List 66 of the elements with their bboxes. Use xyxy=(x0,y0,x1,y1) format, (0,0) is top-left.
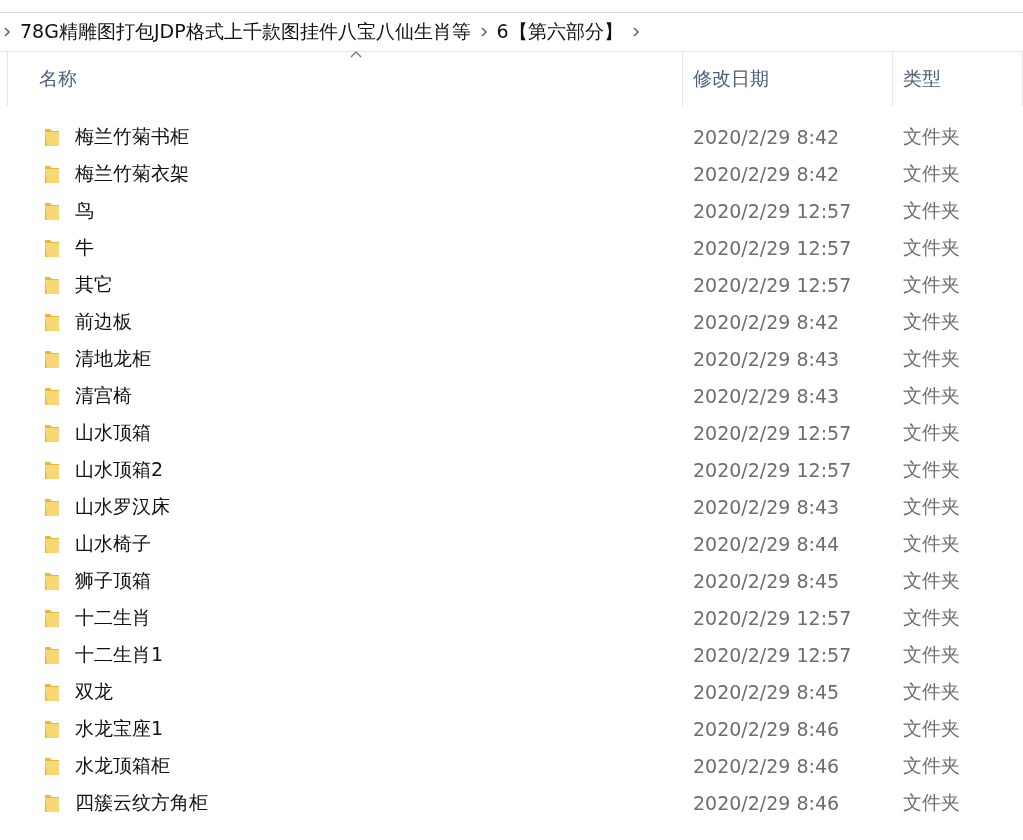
file-type: 文件夹 xyxy=(903,493,960,519)
file-type: 文件夹 xyxy=(903,789,960,815)
modified-date: 2020/2/29 8:46 xyxy=(693,791,840,814)
file-name[interactable]: 山水罗汉床 xyxy=(75,493,170,520)
file-name[interactable]: 水龙宝座1 xyxy=(75,715,164,742)
file-name[interactable]: 四簇云纹方角柜 xyxy=(75,789,208,816)
file-type: 文件夹 xyxy=(903,567,960,593)
file-type: 文件夹 xyxy=(903,160,960,186)
chevron-right-icon[interactable] xyxy=(2,26,12,38)
modified-date: 2020/2/29 8:42 xyxy=(693,310,840,333)
breadcrumb-item[interactable]: 78G精雕图打包JDP格式上千款图挂件八宝八仙生肖等 xyxy=(20,19,471,45)
file-type: 文件夹 xyxy=(903,641,960,667)
file-type: 文件夹 xyxy=(903,234,960,260)
modified-date: 2020/2/29 12:57 xyxy=(693,421,852,444)
file-name[interactable]: 牛 xyxy=(75,234,94,261)
modified-date: 2020/2/29 8:43 xyxy=(693,495,840,518)
file-type: 文件夹 xyxy=(903,271,960,297)
column-header[interactable]: 修改日期 xyxy=(693,66,769,92)
modified-date: 2020/2/29 12:57 xyxy=(693,606,852,629)
modified-date: 2020/2/29 8:45 xyxy=(693,569,840,592)
file-type: 文件夹 xyxy=(903,530,960,556)
file-name[interactable]: 十二生肖1 xyxy=(75,641,164,668)
modified-date: 2020/2/29 8:43 xyxy=(693,384,840,407)
file-name[interactable]: 双龙 xyxy=(75,678,113,705)
file-type: 文件夹 xyxy=(903,456,960,482)
breadcrumb-item[interactable]: 6【第六部分】 xyxy=(496,19,623,45)
file-type: 文件夹 xyxy=(903,715,960,741)
modified-date: 2020/2/29 8:44 xyxy=(693,532,840,555)
modified-date: 2020/2/29 12:57 xyxy=(693,273,852,296)
file-name[interactable]: 前边板 xyxy=(75,308,132,335)
file-name[interactable]: 梅兰竹菊衣架 xyxy=(75,160,189,187)
file-name[interactable]: 清地龙柜 xyxy=(75,345,151,372)
column-header[interactable]: 类型 xyxy=(903,66,941,92)
modified-date: 2020/2/29 12:57 xyxy=(693,458,852,481)
file-name[interactable]: 山水顶箱2 xyxy=(75,456,164,483)
modified-date: 2020/2/29 12:57 xyxy=(693,643,852,666)
modified-date: 2020/2/29 12:57 xyxy=(693,199,852,222)
file-name[interactable]: 鸟 xyxy=(75,197,94,224)
modified-date: 2020/2/29 8:42 xyxy=(693,162,840,185)
column-header[interactable]: 名称 xyxy=(39,66,77,92)
file-type: 文件夹 xyxy=(903,419,960,445)
modified-date: 2020/2/29 8:46 xyxy=(693,754,840,777)
file-name[interactable]: 山水顶箱 xyxy=(75,419,151,446)
file-type: 文件夹 xyxy=(903,604,960,630)
file-type: 文件夹 xyxy=(903,308,960,334)
chevron-right-icon[interactable] xyxy=(630,26,641,38)
file-type: 文件夹 xyxy=(903,678,960,704)
modified-date: 2020/2/29 12:57 xyxy=(693,236,852,259)
modified-date: 2020/2/29 8:46 xyxy=(693,717,840,740)
file-name[interactable]: 山水椅子 xyxy=(75,530,151,557)
file-type: 文件夹 xyxy=(903,197,960,223)
sort-up-icon xyxy=(350,50,362,58)
file-name[interactable]: 水龙顶箱柜 xyxy=(75,752,170,779)
file-name[interactable]: 狮子顶箱 xyxy=(75,567,151,594)
file-name[interactable]: 梅兰竹菊书柜 xyxy=(75,123,189,150)
file-type: 文件夹 xyxy=(903,123,960,149)
file-type: 文件夹 xyxy=(903,752,960,778)
file-type: 文件夹 xyxy=(903,345,960,371)
modified-date: 2020/2/29 8:45 xyxy=(693,680,840,703)
modified-date: 2020/2/29 8:42 xyxy=(693,125,840,148)
modified-date: 2020/2/29 8:43 xyxy=(693,347,840,370)
file-name[interactable]: 其它 xyxy=(75,271,113,298)
file-name[interactable]: 清宫椅 xyxy=(75,382,132,409)
file-name[interactable]: 十二生肖 xyxy=(75,604,151,631)
file-type: 文件夹 xyxy=(903,382,960,408)
chevron-right-icon[interactable] xyxy=(478,26,489,38)
